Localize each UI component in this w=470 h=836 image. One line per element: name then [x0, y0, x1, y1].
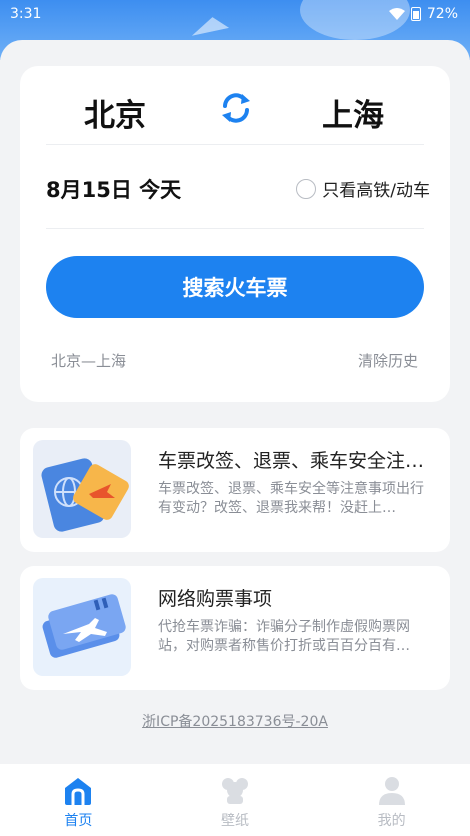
high-speed-only-toggle[interactable]: 只看高铁/动车: [296, 176, 430, 201]
article-title: 网络购票事项: [158, 588, 273, 610]
status-time: 3:31: [10, 6, 42, 22]
tab-label: 我的: [377, 813, 406, 829]
ticket-search-card: 北京 上海 8月15日 今天 只看高铁/动车 搜索火车票 北京—上海 清除历史: [20, 66, 450, 402]
wifi-icon: [388, 8, 405, 20]
divider: [46, 144, 424, 145]
tab-profile[interactable]: 我的: [313, 764, 470, 836]
tab-label: 壁纸: [221, 813, 249, 829]
status-bar: 3:31 72%: [0, 0, 470, 28]
battery-level: 72%: [426, 6, 458, 22]
ticket-change-icon: [33, 440, 131, 538]
swap-cities-button[interactable]: [216, 88, 256, 128]
article-summary: 车票改签、退票、乘车安全等注意事项出行有变动？改签、退票我来帮！没赶上…: [158, 481, 424, 516]
ticket-plane-icon: [33, 578, 131, 676]
high-speed-only-label: 只看高铁/动车: [322, 181, 430, 201]
article-card[interactable]: 车票改签、退票、乘车安全注意事项 车票改签、退票、乘车安全等注意事项出行有变动？…: [20, 428, 450, 552]
bottom-tab-bar: 首页 壁纸 我的: [0, 764, 470, 836]
radio-button[interactable]: [296, 178, 317, 199]
home-icon: [65, 778, 92, 805]
battery-icon: [410, 7, 421, 21]
search-history-item[interactable]: 北京—上海: [51, 350, 126, 371]
article-card[interactable]: 网络购票事项 代抢车票诈骗：诈骗分子制作虚假购票网站，对购票者称售价打折或百百分…: [20, 566, 450, 690]
wallpaper-icon: [222, 778, 248, 804]
departure-date[interactable]: 8月15日 今天: [46, 174, 181, 204]
user-icon: [378, 777, 405, 805]
swap-icon: [222, 93, 250, 123]
clear-history-button[interactable]: 清除历史: [358, 350, 418, 371]
search-tickets-button[interactable]: 搜索火车票: [46, 256, 424, 318]
divider: [46, 228, 424, 229]
tab-home[interactable]: 首页: [0, 764, 157, 836]
tab-wallpaper[interactable]: 壁纸: [157, 764, 314, 836]
arrival-city[interactable]: 上海: [322, 90, 384, 135]
article-title: 车票改签、退票、乘车安全注意事项: [158, 450, 426, 472]
tab-label: 首页: [64, 813, 93, 829]
article-summary: 代抢车票诈骗：诈骗分子制作虚假购票网站，对购票者称售价打折或百百分百有…: [158, 619, 410, 654]
departure-city[interactable]: 北京: [84, 90, 146, 135]
icp-license-link[interactable]: 浙ICP备2025183736号-20A: [0, 711, 470, 731]
